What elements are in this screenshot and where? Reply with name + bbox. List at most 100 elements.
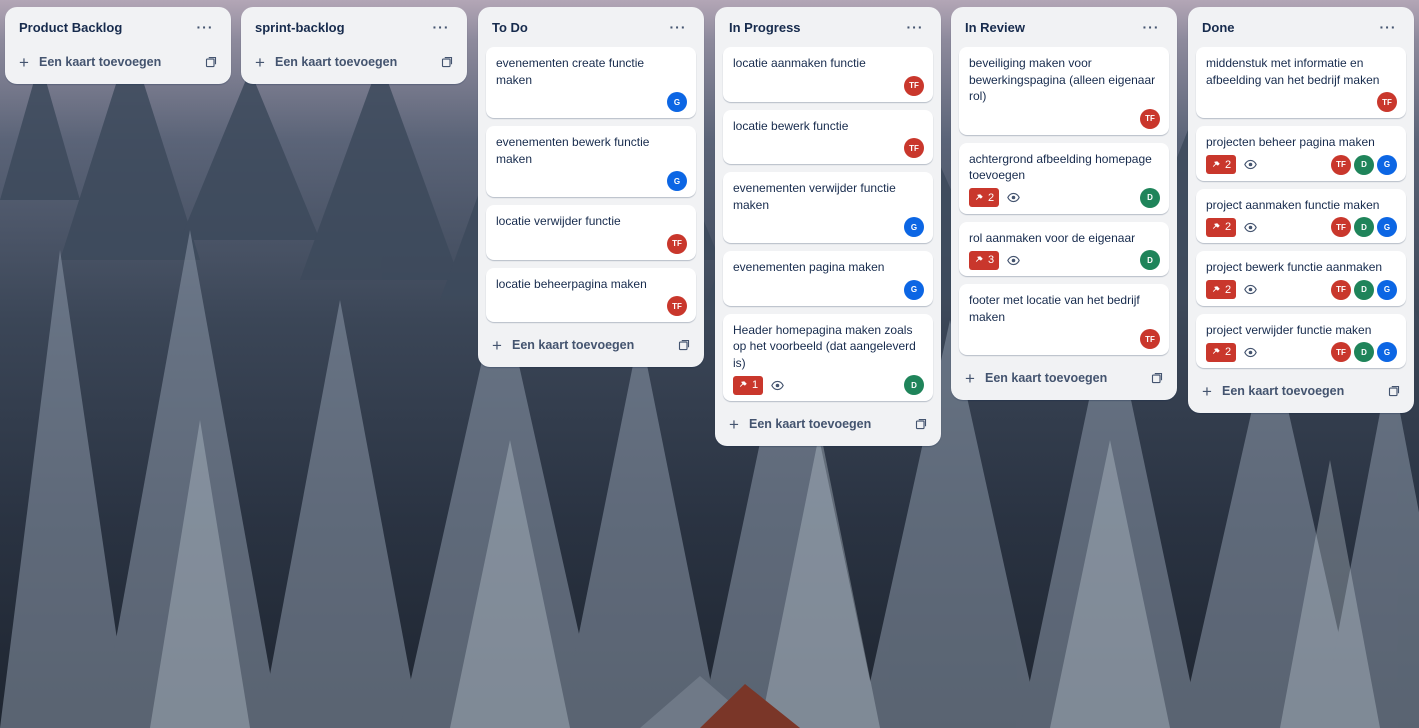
avatar[interactable]: TF [904,75,924,96]
list-title[interactable]: Done [1202,20,1235,35]
overdue-count: 2 [1225,158,1232,171]
pushpin-icon [739,381,747,387]
list-header[interactable]: To Do ··· [486,7,696,47]
avatar[interactable]: G [1377,217,1397,237]
add-card-button[interactable]: + Een kaart toevoegen [249,47,459,77]
list-header[interactable]: In Review ··· [959,7,1169,47]
card-template-icon[interactable] [915,418,927,430]
card-members: TF [1377,92,1397,112]
plus-icon: + [1202,381,1212,401]
list-to-do: To Do ··· evenementen create functie maken… [478,7,704,367]
card[interactable]: evenementen bewerk functie maken G [486,126,696,197]
add-card-button[interactable]: + Een kaart toevoegen [1196,376,1406,406]
card-template-icon[interactable] [1151,372,1163,384]
card[interactable]: project verwijder functie maken 2 TF D G [1196,313,1406,368]
avatar[interactable]: TF [1331,279,1351,300]
list-menu-icon[interactable]: ··· [429,19,453,35]
eye-icon [1007,254,1020,267]
card-template-icon[interactable] [678,339,690,351]
avatar[interactable]: G [1377,342,1397,362]
avatar[interactable]: G [667,171,687,191]
list-header[interactable]: In Progress ··· [723,7,933,47]
eye-icon [1244,346,1257,359]
list-in-review: In Review ··· beveiliging maken voor bewer… [951,7,1177,400]
add-card-label: Een kaart toevoegen [512,338,635,352]
list-menu-icon[interactable]: ··· [1376,19,1400,35]
avatar[interactable]: D [1354,342,1374,362]
avatar[interactable]: G [904,217,924,237]
card[interactable]: locatie verwijder functie TF [486,205,696,260]
add-card-button[interactable]: + Een kaart toevoegen [486,330,696,360]
card-template-icon[interactable] [441,56,453,68]
list-menu-icon[interactable]: ··· [193,19,217,35]
avatar[interactable]: TF [904,138,924,158]
card-members: D [1140,187,1160,208]
avatar[interactable]: TF [1331,217,1351,237]
card[interactable]: evenementen verwijder functie maken G [723,172,933,243]
list-title[interactable]: To Do [492,20,528,35]
avatar[interactable]: D [1354,217,1374,237]
pushpin-icon [1212,285,1220,292]
card-badges: 3 [969,250,1020,270]
avatar[interactable]: D [1354,154,1374,175]
overdue-badge[interactable]: 2 [1206,155,1237,174]
card-template-icon[interactable] [205,56,217,68]
avatar[interactable]: TF [667,233,687,254]
card[interactable]: locatie bewerk functie TF [723,109,933,164]
avatar[interactable]: G [904,279,924,300]
card-title: rol aanmaken voor de eigenaar [969,230,1136,245]
avatar[interactable]: D [1140,250,1160,270]
avatar[interactable]: TF [1377,92,1397,112]
avatar[interactable]: G [667,92,687,112]
card[interactable]: beveiliging maken voor bewerkingspagina … [959,47,1169,135]
card-template-icon[interactable] [1388,385,1400,397]
card-members: TF [667,296,687,316]
add-card-button[interactable]: + Een kaart toevoegen [13,47,223,77]
card-footer: 2 TF D G [1206,342,1397,362]
card[interactable]: Header homepagina maken zoals op het voo… [723,313,933,401]
list-header[interactable]: Product Backlog ··· [13,7,223,47]
list-title[interactable]: In Review [965,20,1025,35]
list-menu-icon[interactable]: ··· [666,19,690,35]
card[interactable]: project bewerk functie aanmaken 2 TF D G [1196,251,1406,306]
card[interactable]: achtergrond afbeelding homepage toevoege… [959,142,1169,214]
overdue-badge[interactable]: 2 [1206,342,1237,362]
card[interactable]: evenementen create functie maken G [486,47,696,118]
avatar[interactable]: TF [1331,154,1351,175]
add-card-button[interactable]: + Een kaart toevoegen [723,409,933,439]
list-menu-icon[interactable]: ··· [903,19,927,35]
list-header[interactable]: sprint-backlog ··· [249,7,459,47]
card-footer: TF [496,296,687,316]
card[interactable]: footer met locatie van het bedrijf maken… [959,284,1169,355]
list-title[interactable]: sprint-backlog [255,20,345,35]
avatar[interactable]: TF [667,296,687,316]
list-title[interactable]: In Progress [729,20,801,35]
avatar[interactable]: D [904,375,924,395]
card-badges: 2 [969,188,1020,207]
overdue-badge[interactable]: 2 [969,188,1000,207]
avatar[interactable]: TF [1140,329,1160,349]
avatar[interactable]: D [1140,187,1160,208]
list-header[interactable]: Done ··· [1196,7,1406,47]
add-card-button[interactable]: + Een kaart toevoegen [959,363,1169,393]
avatar[interactable]: TF [1331,342,1351,362]
list-title[interactable]: Product Backlog [19,20,122,35]
card-footer: 3D [969,250,1160,270]
avatar[interactable]: G [1377,154,1397,175]
card[interactable]: locatie aanmaken functie TF [723,47,933,102]
avatar[interactable]: TF [1140,108,1160,129]
card[interactable]: rol aanmaken voor de eigenaar 3 D [959,221,1169,276]
card[interactable]: middenstuk met informatie en afbeelding … [1196,47,1406,118]
card[interactable]: project aanmaken functie maken 2 TF D G [1196,188,1406,243]
card-members: D [1140,250,1160,270]
card[interactable]: locatie beheerpagina maken TF [486,267,696,322]
card[interactable]: projecten beheer pagina maken 2 TF D G [1196,126,1406,181]
overdue-badge[interactable]: 1 [733,375,764,395]
card[interactable]: evenementen pagina maken G [723,251,933,306]
overdue-badge[interactable]: 2 [1206,217,1237,237]
overdue-badge[interactable]: 2 [1206,280,1237,299]
overdue-badge[interactable]: 3 [969,250,1000,270]
avatar[interactable]: D [1354,279,1374,300]
avatar[interactable]: G [1377,279,1397,300]
list-menu-icon[interactable]: ··· [1139,19,1163,35]
